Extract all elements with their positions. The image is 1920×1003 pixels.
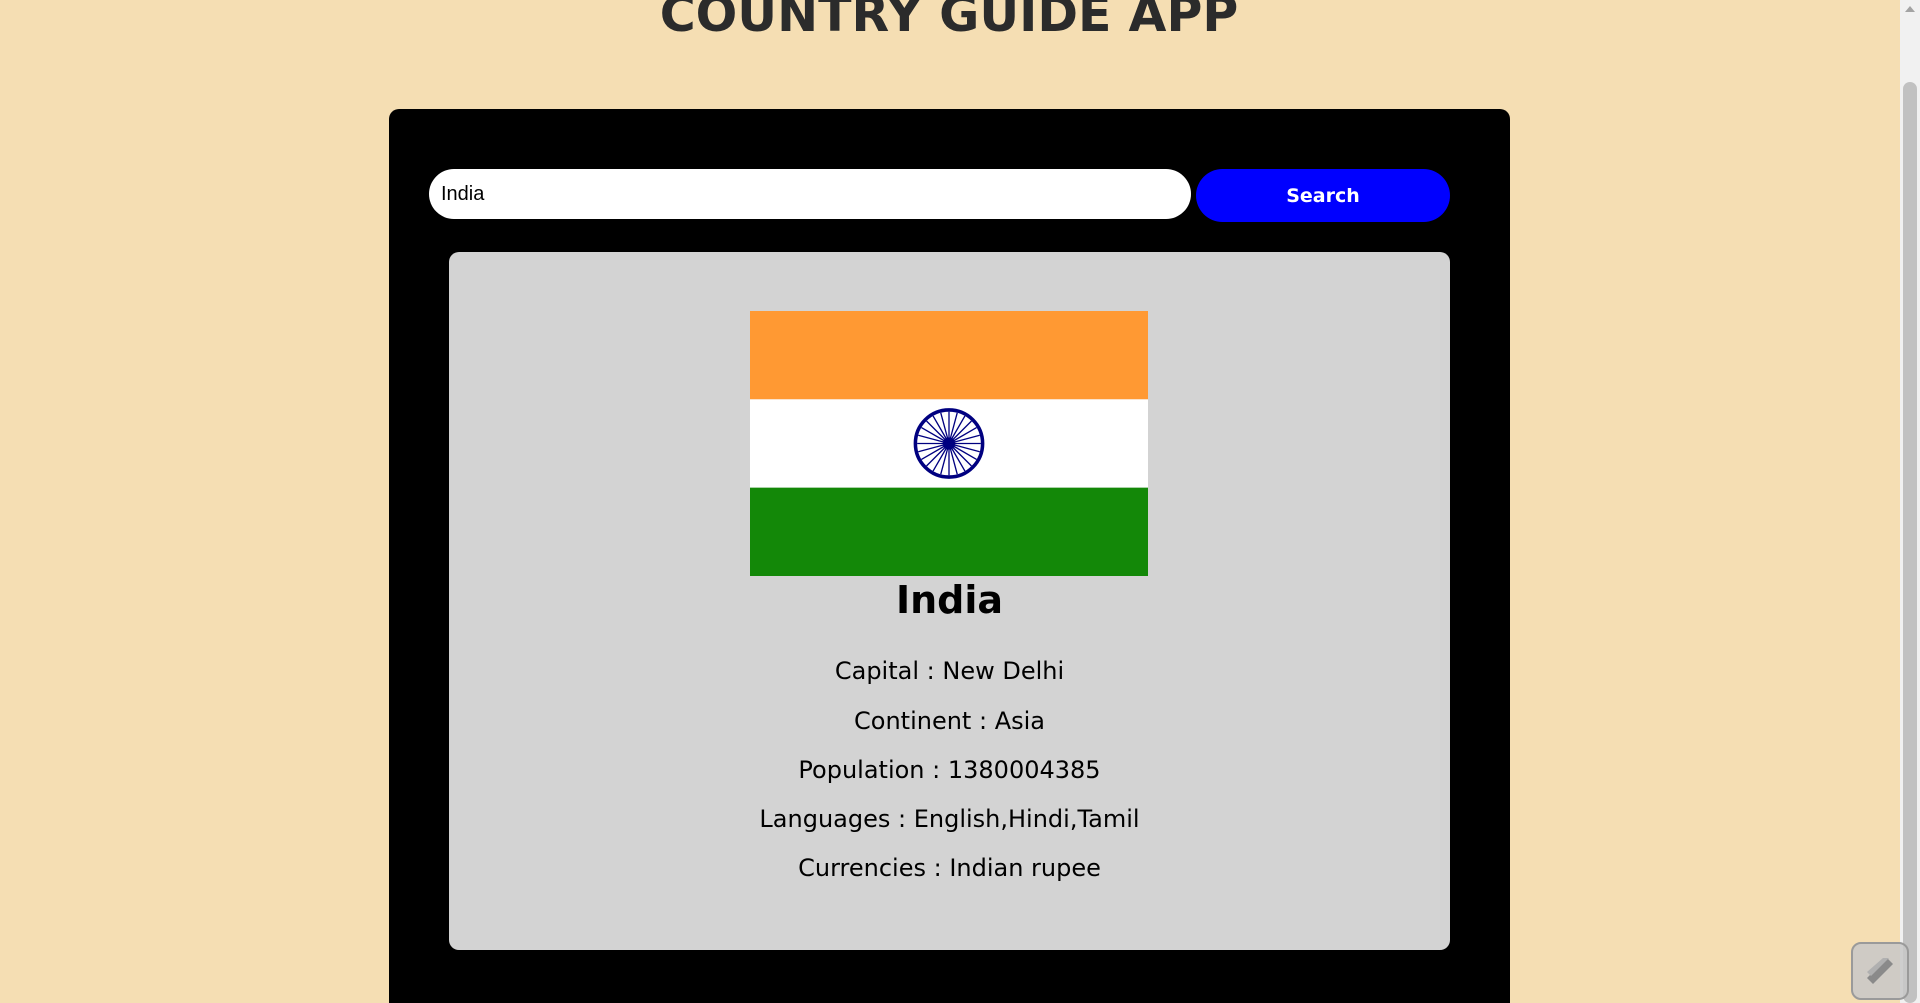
languages-line: Languages : English,Hindi,Tamil bbox=[759, 805, 1140, 833]
population-label: Population bbox=[798, 756, 925, 784]
capital-label: Capital bbox=[834, 657, 920, 685]
population-value: 1380004385 bbox=[947, 756, 1101, 784]
search-button[interactable]: Search bbox=[1196, 169, 1450, 222]
app-container: Search India Capital : New Delhi bbox=[389, 109, 1510, 1003]
extension-widget-button[interactable] bbox=[1851, 942, 1909, 1000]
capital-value: New Delhi bbox=[942, 657, 1065, 685]
page-scrollbar[interactable] bbox=[1900, 0, 1920, 1003]
app-title: COUNTRY GUIDE APP bbox=[659, 0, 1239, 43]
india-flag-icon bbox=[750, 311, 1148, 576]
scroll-thumb[interactable] bbox=[1903, 82, 1917, 1003]
languages-value: English,Hindi,Tamil bbox=[913, 805, 1140, 833]
population-line: Population : 1380004385 bbox=[798, 756, 1101, 784]
currencies-line: Currencies : Indian rupee bbox=[798, 854, 1101, 882]
currencies-label: Currencies bbox=[798, 854, 926, 882]
search-input[interactable] bbox=[429, 169, 1191, 219]
continent-line: Continent : Asia bbox=[854, 707, 1045, 735]
continent-label: Continent bbox=[854, 707, 972, 735]
page: COUNTRY GUIDE APP Search India C bbox=[0, 0, 1920, 1003]
currencies-value: Indian rupee bbox=[949, 854, 1101, 882]
languages-label: Languages bbox=[759, 805, 891, 833]
continent-value: Asia bbox=[994, 707, 1045, 735]
capital-line: Capital : New Delhi bbox=[834, 657, 1065, 685]
slash-logo-icon bbox=[1867, 958, 1893, 984]
country-result-card: India Capital : New Delhi Continent : As… bbox=[449, 252, 1450, 950]
country-name: India bbox=[895, 578, 1004, 622]
scroll-up-arrow-icon[interactable] bbox=[1905, 6, 1915, 12]
